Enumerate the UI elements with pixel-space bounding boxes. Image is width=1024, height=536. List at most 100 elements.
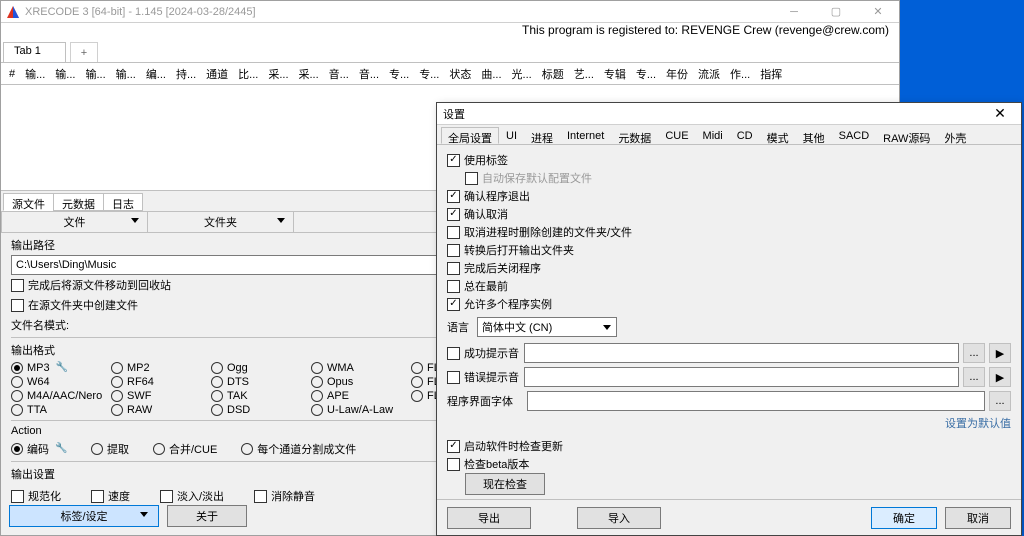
format-radio[interactable] (211, 376, 223, 388)
column-header[interactable]: 曲... (477, 66, 505, 82)
speed-checkbox[interactable] (91, 490, 104, 503)
import-button[interactable]: 导入 (577, 507, 661, 529)
open-output-checkbox[interactable] (447, 244, 460, 257)
success-sound-browse[interactable]: ... (963, 343, 985, 363)
format-radio[interactable] (11, 404, 23, 416)
format-radio[interactable] (11, 390, 23, 402)
format-option[interactable]: DSD (211, 404, 307, 416)
tab-log[interactable]: 日志 (103, 193, 143, 211)
folder-dropdown[interactable]: 文件夹 (148, 212, 294, 232)
success-sound-play[interactable]: ▶ (989, 343, 1011, 363)
error-sound-checkbox[interactable] (447, 371, 460, 384)
column-header[interactable]: 艺... (570, 66, 598, 82)
format-option[interactable]: DTS (211, 376, 307, 388)
format-radio[interactable] (311, 362, 323, 374)
format-radio[interactable] (111, 404, 123, 416)
format-option[interactable]: M4A/AAC/Nero (11, 390, 107, 402)
column-header[interactable]: 专... (385, 66, 413, 82)
error-sound-input[interactable] (524, 367, 959, 387)
column-header[interactable]: # (5, 68, 19, 80)
column-header[interactable]: 持... (172, 66, 200, 82)
column-header[interactable]: 专... (632, 66, 660, 82)
use-tabs-checkbox[interactable] (447, 154, 460, 167)
format-option[interactable]: WMA (311, 362, 407, 374)
tab-metadata[interactable]: 元数据 (53, 193, 104, 211)
minimize-button[interactable]: ─ (773, 1, 815, 23)
column-header[interactable]: 光... (508, 66, 536, 82)
confirm-cancel-checkbox[interactable] (447, 208, 460, 221)
column-header[interactable]: 指挥 (756, 66, 786, 82)
file-dropdown[interactable]: 文件 (2, 212, 148, 232)
always-top-checkbox[interactable] (447, 280, 460, 293)
format-radio[interactable] (111, 376, 123, 388)
error-sound-browse[interactable]: ... (963, 367, 985, 387)
format-radio[interactable] (11, 362, 23, 374)
dialog-tab[interactable]: 进程 (524, 127, 560, 144)
extract-radio[interactable] (91, 443, 103, 455)
column-header[interactable]: 采... (295, 66, 323, 82)
success-sound-checkbox[interactable] (447, 347, 460, 360)
encode-radio[interactable] (11, 443, 23, 455)
success-sound-input[interactable] (524, 343, 959, 363)
column-header[interactable]: 专... (415, 66, 443, 82)
dialog-tab[interactable]: UI (499, 127, 524, 144)
format-radio[interactable] (311, 376, 323, 388)
column-header[interactable]: 音... (355, 66, 383, 82)
wrench-icon[interactable]: 🔧 (55, 443, 67, 455)
add-tab-button[interactable]: + (70, 42, 98, 62)
fade-checkbox[interactable] (160, 490, 173, 503)
column-header[interactable]: 输... (112, 66, 140, 82)
column-header[interactable]: 作... (726, 66, 754, 82)
format-option[interactable]: SWF (111, 390, 207, 402)
column-header[interactable]: 编... (142, 66, 170, 82)
column-header[interactable]: 采... (264, 66, 292, 82)
error-sound-play[interactable]: ▶ (989, 367, 1011, 387)
export-button[interactable]: 导出 (447, 507, 531, 529)
format-radio[interactable] (211, 362, 223, 374)
ui-font-browse[interactable]: ... (989, 391, 1011, 411)
format-option[interactable]: TTA (11, 404, 107, 416)
format-option[interactable]: MP2 (111, 362, 207, 374)
format-radio[interactable] (411, 390, 423, 402)
column-header[interactable]: 专辑 (600, 66, 630, 82)
close-button[interactable]: ✕ (857, 1, 899, 23)
format-option[interactable]: Ogg (211, 362, 307, 374)
silence-checkbox[interactable] (254, 490, 267, 503)
format-radio[interactable] (211, 404, 223, 416)
column-header[interactable]: 输... (21, 66, 49, 82)
cancel-button[interactable]: 取消 (945, 507, 1011, 529)
multi-instance-checkbox[interactable] (447, 298, 460, 311)
format-option[interactable]: Opus (311, 376, 407, 388)
column-header[interactable]: 状态 (445, 66, 475, 82)
del-on-cancel-checkbox[interactable] (447, 226, 460, 239)
about-button[interactable]: 关于 (167, 505, 247, 527)
dialog-tab[interactable]: RAW源码 (876, 127, 937, 144)
format-radio[interactable] (11, 376, 23, 388)
format-radio[interactable] (211, 390, 223, 402)
tab-1[interactable]: Tab 1 (3, 42, 66, 62)
dialog-close-button[interactable]: ✕ (979, 103, 1021, 125)
dialog-tab[interactable]: 其他 (796, 127, 832, 144)
language-select[interactable]: 简体中文 (CN) (477, 317, 617, 337)
recycle-checkbox[interactable] (11, 279, 24, 292)
column-header[interactable]: 输... (81, 66, 109, 82)
dialog-tab[interactable]: Midi (696, 127, 730, 144)
column-header[interactable]: 标题 (538, 66, 568, 82)
wrench-icon[interactable]: 🔧 (56, 362, 68, 374)
column-header[interactable]: 输... (51, 66, 79, 82)
dialog-tab[interactable]: 外壳 (937, 127, 973, 144)
column-header[interactable]: 比... (234, 66, 262, 82)
format-option[interactable]: RAW (111, 404, 207, 416)
format-radio[interactable] (311, 390, 323, 402)
format-option[interactable]: U-Law/A-Law (311, 404, 407, 416)
format-option[interactable]: RF64 (111, 376, 207, 388)
dialog-tab[interactable]: CD (730, 127, 760, 144)
check-now-button[interactable]: 现在检查 (465, 473, 545, 495)
check-update-checkbox[interactable] (447, 440, 460, 453)
split-radio[interactable] (241, 443, 253, 455)
dialog-tab[interactable]: CUE (658, 127, 695, 144)
create-in-src-checkbox[interactable] (11, 299, 24, 312)
normalize-checkbox[interactable] (11, 490, 24, 503)
format-option[interactable]: APE (311, 390, 407, 402)
merge-radio[interactable] (153, 443, 165, 455)
